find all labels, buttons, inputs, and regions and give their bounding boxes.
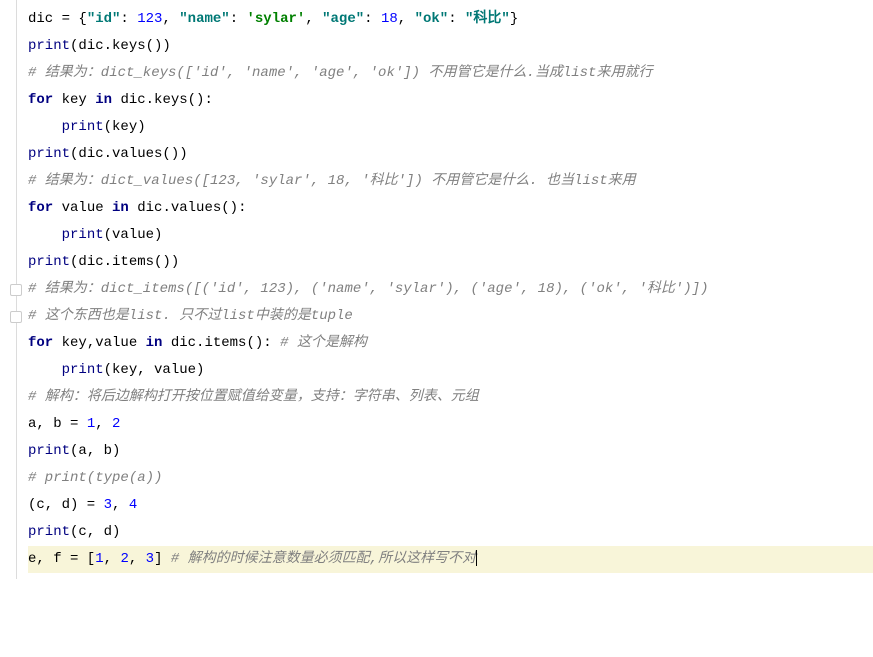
code-token: 18 xyxy=(381,11,398,27)
code-token: print xyxy=(62,362,104,378)
code-token: (dic.values()) xyxy=(70,146,188,162)
code-token: for xyxy=(28,335,62,351)
code-token: (dic.items()) xyxy=(70,254,179,270)
text-caret xyxy=(476,550,477,566)
code-token: in xyxy=(112,200,137,216)
code-token: , xyxy=(162,11,179,27)
fold-marker-icon[interactable] xyxy=(10,311,22,323)
code-token: key,value xyxy=(62,335,146,351)
code-token: , xyxy=(398,11,415,27)
code-token: print xyxy=(28,146,70,162)
code-token: value xyxy=(62,200,112,216)
code-token: a, b = xyxy=(28,416,87,432)
code-token: dic.items(): xyxy=(171,335,280,351)
code-line-20[interactable]: print(c, d) xyxy=(28,519,873,546)
code-token: dic.keys(): xyxy=(120,92,212,108)
code-token: 1 xyxy=(87,416,95,432)
code-token: , xyxy=(112,497,129,513)
code-line-19[interactable]: (c, d) = 3, 4 xyxy=(28,492,873,519)
code-token: "科比" xyxy=(465,11,510,27)
code-token xyxy=(28,119,62,135)
code-token: key xyxy=(62,92,96,108)
code-token: dic.values(): xyxy=(137,200,246,216)
code-token: 123 xyxy=(137,11,162,27)
code-token: # 这个是解构 xyxy=(280,335,367,351)
code-token: # 解构：将后边解构打开按位置赋值给变量，支持：字符串、列表、元组 xyxy=(28,389,479,405)
code-line-14[interactable]: print(key, value) xyxy=(28,357,873,384)
code-line-13[interactable]: for key,value in dic.items(): # 这个是解构 xyxy=(28,330,873,357)
code-token: dic = { xyxy=(28,11,87,27)
code-token: : xyxy=(230,11,247,27)
code-token: (c, d) = xyxy=(28,497,104,513)
code-token: , xyxy=(129,551,146,567)
code-line-21[interactable]: e, f = [1, 2, 3] # 解构的时候注意数量必须匹配,所以这样写不对 xyxy=(28,546,873,573)
code-token: # print(type(a)) xyxy=(28,470,162,486)
code-token xyxy=(28,227,62,243)
code-line-15[interactable]: # 解构：将后边解构打开按位置赋值给变量，支持：字符串、列表、元组 xyxy=(28,384,873,411)
code-line-3[interactable]: # 结果为：dict_keys(['id', 'name', 'age', 'o… xyxy=(28,60,873,87)
code-token: for xyxy=(28,200,62,216)
code-token: 1 xyxy=(95,551,103,567)
code-token: print xyxy=(28,254,70,270)
code-token: 4 xyxy=(129,497,137,513)
code-line-2[interactable]: print(dic.keys()) xyxy=(28,33,873,60)
code-token: (key) xyxy=(104,119,146,135)
code-token: ] xyxy=(154,551,171,567)
code-token: print xyxy=(28,38,70,54)
code-token: in xyxy=(95,92,120,108)
code-line-10[interactable]: print(dic.items()) xyxy=(28,249,873,276)
code-token: # 结果为：dict_keys(['id', 'name', 'age', 'o… xyxy=(28,65,652,81)
code-token: # 结果为：dict_items([('id', 123), ('name', … xyxy=(28,281,709,297)
code-token: , xyxy=(305,11,322,27)
code-token: # 结果为：dict_values([123, 'sylar', 18, '科比… xyxy=(28,173,636,189)
code-token: (value) xyxy=(104,227,163,243)
code-token: print xyxy=(62,227,104,243)
code-token: , xyxy=(104,551,121,567)
code-token: (dic.keys()) xyxy=(70,38,171,54)
code-token: 2 xyxy=(120,551,128,567)
code-line-17[interactable]: print(a, b) xyxy=(28,438,873,465)
code-token: "id" xyxy=(87,11,121,27)
code-token: print xyxy=(62,119,104,135)
code-line-18[interactable]: # print(type(a)) xyxy=(28,465,873,492)
code-token: # 这个东西也是list. 只不过list中装的是tuple xyxy=(28,308,353,324)
code-token: : xyxy=(448,11,465,27)
code-line-12[interactable]: # 这个东西也是list. 只不过list中装的是tuple xyxy=(28,303,873,330)
code-line-9[interactable]: print(value) xyxy=(28,222,873,249)
code-token: } xyxy=(510,11,518,27)
code-token: (key, value) xyxy=(104,362,205,378)
code-token: (a, b) xyxy=(70,443,120,459)
code-line-11[interactable]: # 结果为：dict_items([('id', 123), ('name', … xyxy=(28,276,873,303)
code-token: print xyxy=(28,443,70,459)
code-line-4[interactable]: for key in dic.keys(): xyxy=(28,87,873,114)
code-token: 'sylar' xyxy=(247,11,306,27)
code-token: e, f = [ xyxy=(28,551,95,567)
code-line-7[interactable]: # 结果为：dict_values([123, 'sylar', 18, '科比… xyxy=(28,168,873,195)
code-token: in xyxy=(146,335,171,351)
code-token: for xyxy=(28,92,62,108)
code-token: # 解构的时候注意数量必须匹配,所以这样写不对 xyxy=(171,551,476,567)
code-line-6[interactable]: print(dic.values()) xyxy=(28,141,873,168)
code-token: 3 xyxy=(146,551,154,567)
code-token: : xyxy=(120,11,137,27)
code-token xyxy=(28,362,62,378)
code-token: "ok" xyxy=(415,11,449,27)
code-token: 2 xyxy=(112,416,120,432)
code-line-1[interactable]: dic = {"id": 123, "name": 'sylar', "age"… xyxy=(28,6,873,33)
code-token: 3 xyxy=(104,497,112,513)
code-line-8[interactable]: for value in dic.values(): xyxy=(28,195,873,222)
code-line-5[interactable]: print(key) xyxy=(28,114,873,141)
code-token: "name" xyxy=(179,11,229,27)
code-token: , xyxy=(95,416,112,432)
code-token: : xyxy=(364,11,381,27)
code-editor[interactable]: dic = {"id": 123, "name": 'sylar', "age"… xyxy=(0,0,873,579)
code-token: print xyxy=(28,524,70,540)
fold-marker-icon[interactable] xyxy=(10,284,22,296)
code-token: (c, d) xyxy=(70,524,120,540)
code-token: "age" xyxy=(322,11,364,27)
code-line-16[interactable]: a, b = 1, 2 xyxy=(28,411,873,438)
